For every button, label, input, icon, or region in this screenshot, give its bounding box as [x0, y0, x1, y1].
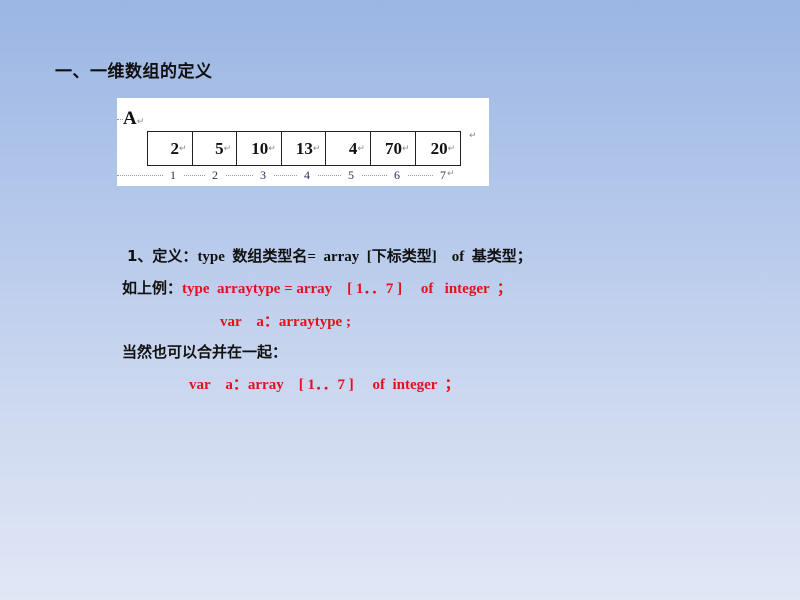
- index-label: 3: [253, 167, 273, 183]
- combined-intro: 当然也可以合并在一起：: [122, 343, 288, 361]
- index-label: 4: [297, 167, 317, 183]
- return-mark-icon: ↵: [223, 143, 232, 154]
- definition-line: 1、定义：type 数组类型名= array [下标类型] of 基类型；: [127, 247, 532, 265]
- return-mark-icon: ↵: [402, 143, 410, 154]
- array-cell: 5 ↵: [193, 132, 238, 165]
- return-mark-icon: ↵: [447, 169, 455, 179]
- array-cell: 70 ↵: [371, 132, 416, 165]
- index-label: 5: [341, 167, 361, 183]
- dotted-leader: [117, 119, 123, 120]
- index-label: 2: [205, 167, 225, 183]
- return-mark-icon: ↵: [447, 143, 456, 154]
- return-mark-icon: ↵: [179, 143, 187, 154]
- array-cell: 20 ↵: [430, 138, 456, 158]
- array-label: A↵: [117, 108, 145, 130]
- array-diagram: A↵ 2 ↵ 5 ↵ 10 ↵ 13 ↵ 4 ↵ 70 ↵ 20 ↵ ↵ 1 2 3 4 5 …: [117, 98, 489, 186]
- array-cell: 4 ↵: [326, 132, 371, 165]
- return-mark-icon: ↵: [357, 143, 365, 154]
- return-mark-icon: ↵: [469, 131, 477, 141]
- example-code-var: var a：arraytype ;: [220, 314, 351, 330]
- array-indices: 1 2 3 4 5 6 7 ↵: [117, 166, 462, 183]
- array-cell: 10 ↵: [237, 132, 282, 165]
- slide-title: 一、一维数组的定义: [55, 62, 213, 82]
- return-mark-icon: ↵: [136, 117, 145, 127]
- combined-code: var a：array [ 1．．7 ] of integer ；: [189, 377, 460, 393]
- example-line: 如上例：type arraytype = array [ 1．．7 ] of i…: [122, 279, 512, 297]
- array-cell: 13 ↵: [282, 132, 327, 165]
- example-code-type: type arraytype = array [ 1．．7 ] of integ…: [182, 281, 512, 297]
- index-label: 1: [163, 167, 183, 183]
- index-label: 6: [387, 167, 407, 183]
- array-name: A: [123, 108, 137, 129]
- return-mark-icon: ↵: [268, 143, 276, 154]
- array-cells: 2 ↵ 5 ↵ 10 ↵ 13 ↵ 4 ↵ 70 ↵ 20 ↵: [147, 131, 462, 166]
- array-cell: 2 ↵: [148, 132, 193, 165]
- return-mark-icon: ↵: [312, 143, 321, 154]
